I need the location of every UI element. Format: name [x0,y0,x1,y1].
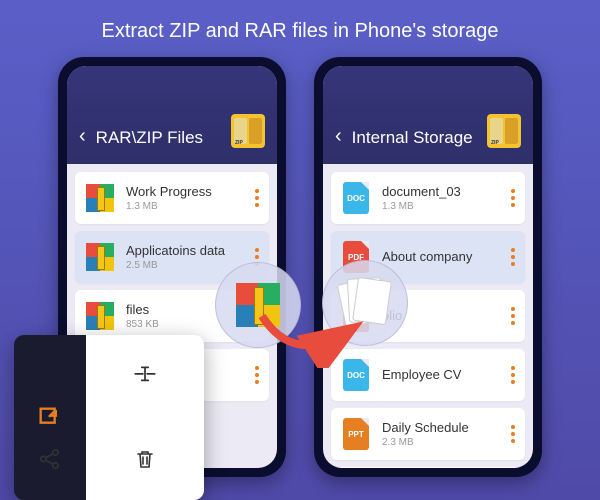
arrow-icon [254,308,364,368]
more-icon[interactable] [511,366,515,384]
file-size: 2.3 MB [382,437,511,448]
file-name: Employee CV [382,367,511,382]
file-name: Daily Schedule [382,420,511,435]
file-size: 1.3 MB [126,201,255,212]
zip-rar-app-icon: ZIPRAR [487,114,521,148]
doc-file-icon: DOC [343,182,369,214]
zip-rar-app-icon: ZIPRAR [231,114,265,148]
list-item[interactable]: Work Progress 1.3 MB [75,172,269,224]
list-item[interactable]: PPT Daily Schedule 2.3 MB [331,408,525,460]
rar-archive-icon [86,243,114,271]
back-icon[interactable]: ‹ [335,125,342,148]
file-name: Applicatoins data [126,243,255,258]
share-button[interactable] [14,418,86,500]
back-icon[interactable]: ‹ [79,125,86,148]
header-right: ‹ Internal Storage ZIPRAR [323,66,533,164]
more-icon[interactable] [511,425,515,443]
more-icon[interactable] [511,189,515,207]
page-title: Internal Storage [352,128,487,148]
page-title: RAR\ZIP Files [96,128,231,148]
more-icon[interactable] [511,248,515,266]
more-icon[interactable] [255,189,259,207]
list-item[interactable]: XLS Salary distribution2.5 MB [331,467,525,468]
more-icon[interactable] [255,366,259,384]
file-name: Work Progress [126,184,255,199]
trash-icon [133,447,157,471]
file-name: About company [382,249,511,264]
rar-archive-icon [86,184,114,212]
file-name: document_03 [382,184,511,199]
header-left: ‹ RAR\ZIP Files ZIPRAR [67,66,277,164]
more-icon[interactable] [511,307,515,325]
rename-icon [132,363,158,389]
share-icon [37,446,63,472]
list-item[interactable]: DOC document_03 1.3 MB [331,172,525,224]
delete-button[interactable] [86,418,204,500]
file-size: 1.3 MB [382,201,511,212]
headline: Extract ZIP and RAR files in Phone's sto… [0,0,600,57]
rar-archive-icon [86,302,114,330]
rename-button[interactable] [86,335,204,418]
ppt-file-icon: PPT [343,418,369,450]
